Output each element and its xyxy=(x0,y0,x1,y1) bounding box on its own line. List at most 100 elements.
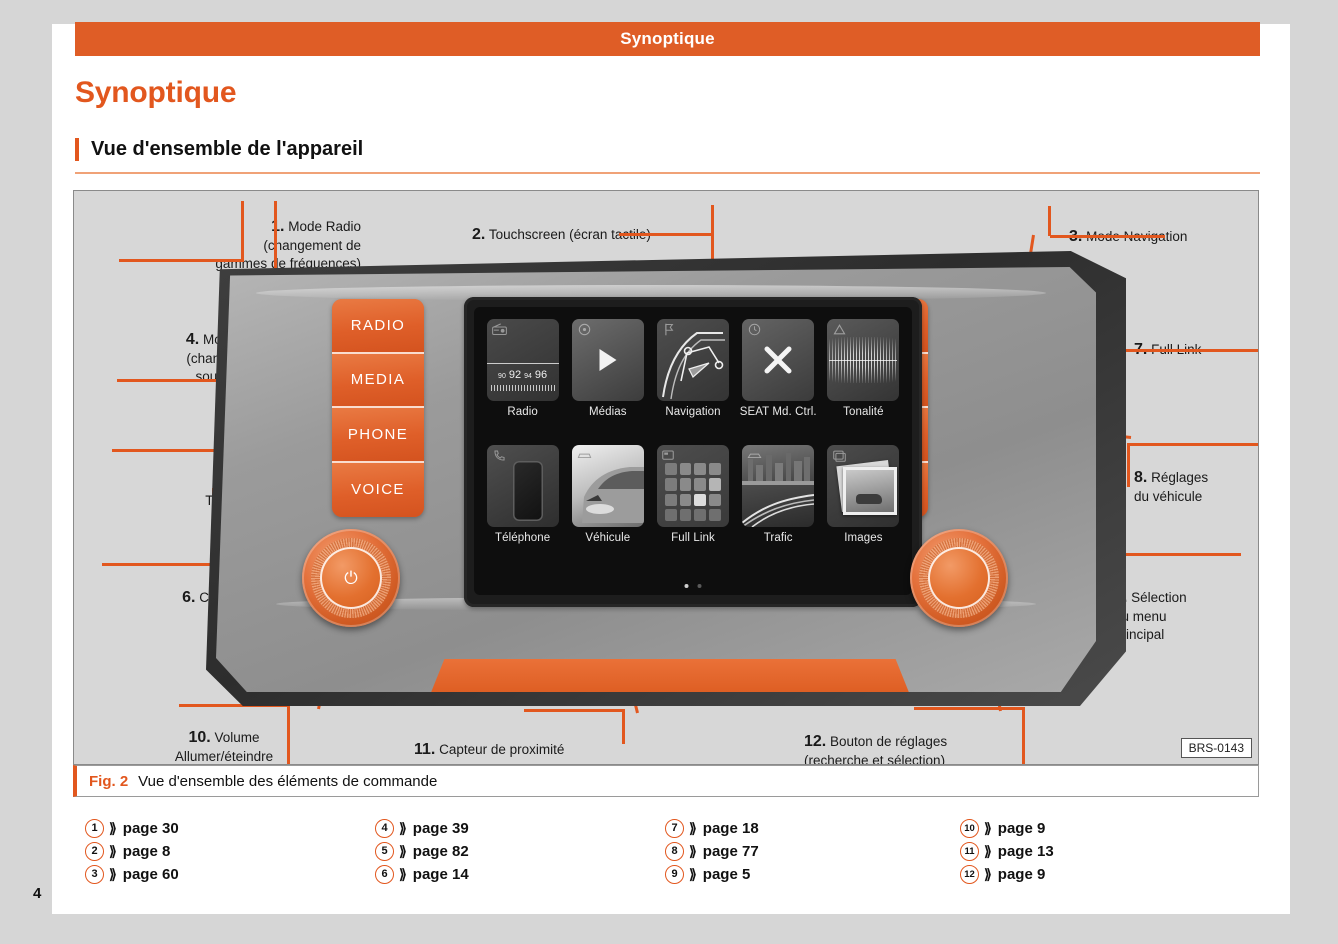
tile-seat-md-ctrl-label: SEAT Md. Ctrl. xyxy=(739,406,817,418)
ref-item-10[interactable]: 10 ⟫ page 9 xyxy=(960,818,1260,838)
figure-caption-number: Fig. 2 xyxy=(89,772,129,790)
screen-page-dots[interactable] xyxy=(684,584,702,588)
callout-3-mode-navigation: 3. Mode Navigation xyxy=(1069,208,1249,247)
ref-page-10: page 9 xyxy=(997,819,1046,837)
ref-page-12: page 9 xyxy=(997,865,1046,883)
hardkey-media[interactable]: MEDIA xyxy=(332,353,424,408)
tile-images[interactable]: Images xyxy=(824,445,903,544)
ref-item-3[interactable]: 3 ⟫ page 60 xyxy=(85,864,375,884)
tile-vehicule-label: Véhicule xyxy=(585,532,631,544)
ref-item-8[interactable]: 8 ⟫ page 77 xyxy=(665,841,960,861)
ref-arrow-9: ⟫ xyxy=(689,865,697,882)
ref-page-1: page 30 xyxy=(122,819,179,837)
leader-11-vertical xyxy=(622,709,625,744)
ref-badge-1: 1 xyxy=(85,818,104,838)
radio-tuner-icon xyxy=(491,323,507,335)
tile-seat-md-ctrl-image xyxy=(742,319,815,401)
hardkey-radio[interactable]: RADIO xyxy=(332,299,424,354)
infotainment-device: RADIO MEDIA PHONE VOICE NAV APP CAR MENU xyxy=(206,251,1126,706)
callout-10-volume: 10. Volume Allumer/éteindre xyxy=(114,709,334,764)
figure-illustration: 1. Mode Radio (changement de gammes de f… xyxy=(73,190,1259,765)
tile-vehicule[interactable]: Véhicule xyxy=(568,445,647,544)
tile-medias[interactable]: Médias xyxy=(568,319,647,418)
ref-item-6[interactable]: 6 ⟫ page 14 xyxy=(375,864,665,884)
ref-page-3: page 60 xyxy=(122,865,179,883)
photo-front xyxy=(843,467,898,515)
tile-tonalite[interactable]: Tonalité xyxy=(824,319,903,418)
touchscreen[interactable]: 90 92 94 96 Radio Médias Navigation SEAT… xyxy=(474,307,912,595)
hardkey-phone[interactable]: PHONE xyxy=(332,408,424,463)
leader-2-horizontal xyxy=(619,233,714,236)
tile-full-link[interactable]: Full Link xyxy=(653,445,732,544)
tile-trafic-image xyxy=(742,445,815,527)
radio-frequency-scale: 90 92 94 96 xyxy=(487,369,559,381)
page-dot-active[interactable] xyxy=(684,584,689,588)
leader-12-vertical xyxy=(1022,707,1025,764)
page-folio: 4 xyxy=(33,885,42,902)
chapter-title: Synoptique xyxy=(75,76,237,109)
ref-arrow-8: ⟫ xyxy=(689,842,697,859)
ref-badge-10: 10 xyxy=(960,818,979,838)
ref-page-9: page 5 xyxy=(702,865,751,883)
tile-images-image xyxy=(827,445,900,527)
ref-page-6: page 14 xyxy=(412,865,469,883)
leader-12-horizontal xyxy=(914,707,1024,710)
callout-10-number: 10. xyxy=(188,728,211,746)
callout-11-text: Capteur de proximité xyxy=(435,741,565,757)
callout-11-capteur-proximite: 11. Capteur de proximité xyxy=(414,721,644,760)
ref-column-3: 7 ⟫ page 18 8 ⟫ page 77 9 ⟫ page 5 xyxy=(665,818,960,884)
ref-page-4: page 39 xyxy=(412,819,469,837)
ref-item-4[interactable]: 4 ⟫ page 39 xyxy=(375,818,665,838)
callout-12-bouton-reglages: 12. Bouton de réglages (recherche et sél… xyxy=(804,713,1054,764)
ref-item-11[interactable]: 11 ⟫ page 13 xyxy=(960,841,1260,861)
phone-handset-icon xyxy=(494,450,505,461)
figure-caption: Fig. 2 Vue d'ensemble des éléments de co… xyxy=(73,765,1259,797)
ref-item-5[interactable]: 5 ⟫ page 82 xyxy=(375,841,665,861)
ref-page-11: page 13 xyxy=(997,842,1054,860)
power-icon: ⏻ xyxy=(344,568,358,588)
callout-7-full-link: 7. Full Link xyxy=(1134,321,1258,360)
ref-arrow-4: ⟫ xyxy=(399,819,407,836)
ref-page-2: page 8 xyxy=(122,842,171,860)
settings-tune-knob[interactable] xyxy=(910,529,1008,627)
ref-arrow-1: ⟫ xyxy=(109,819,117,836)
section-title-container: Vue d'ensemble de l'appareil xyxy=(75,138,1260,161)
seat-mobile-control-icon xyxy=(764,346,792,374)
device-front-panel: RADIO MEDIA PHONE VOICE NAV APP CAR MENU xyxy=(216,267,1096,692)
ref-badge-12: 12 xyxy=(960,864,979,884)
tile-radio[interactable]: 90 92 94 96 Radio xyxy=(483,319,562,418)
ref-item-12[interactable]: 12 ⟫ page 9 xyxy=(960,864,1260,884)
figure-canvas: 1. Mode Radio (changement de gammes de f… xyxy=(74,191,1258,764)
hardkey-voice[interactable]: VOICE xyxy=(332,462,424,517)
tile-telephone-label: Téléphone xyxy=(494,532,551,544)
ref-page-5: page 82 xyxy=(412,842,469,860)
section-divider xyxy=(75,172,1260,174)
ref-badge-7: 7 xyxy=(665,818,684,838)
ref-item-7[interactable]: 7 ⟫ page 18 xyxy=(665,818,960,838)
ref-badge-8: 8 xyxy=(665,841,684,861)
ref-badge-9: 9 xyxy=(665,864,684,884)
tile-seat-md-ctrl[interactable]: SEAT Md. Ctrl. xyxy=(739,319,818,418)
callout-6-number: 6. xyxy=(182,588,196,606)
tile-telephone[interactable]: Téléphone xyxy=(483,445,562,544)
tile-navigation[interactable]: Navigation xyxy=(653,319,732,418)
tile-row-2: Téléphone Véhicule Full Link Trafic Imag… xyxy=(483,445,903,544)
ref-item-9[interactable]: 9 ⟫ page 5 xyxy=(665,864,960,884)
tile-navigation-label: Navigation xyxy=(665,406,721,418)
tile-trafic[interactable]: Trafic xyxy=(739,445,818,544)
ref-item-1[interactable]: 1 ⟫ page 30 xyxy=(85,818,375,838)
tile-images-label: Images xyxy=(844,532,883,544)
radio-scale-divider xyxy=(486,363,559,364)
ref-badge-4: 4 xyxy=(375,818,394,838)
page-dot-2[interactable] xyxy=(697,584,702,588)
ref-item-2[interactable]: 2 ⟫ page 8 xyxy=(85,841,375,861)
callout-8-number: 8. xyxy=(1134,468,1148,486)
running-header-bar: Synoptique xyxy=(75,22,1260,56)
tile-medias-image xyxy=(571,319,644,401)
proximity-sensor-strip xyxy=(430,659,910,692)
ref-arrow-2: ⟫ xyxy=(109,842,117,859)
volume-power-knob[interactable]: ⏻ xyxy=(302,529,400,627)
leader-3-horizontal xyxy=(1050,235,1165,238)
ref-page-7: page 18 xyxy=(702,819,759,837)
callout-2-touchscreen: 2. Touchscreen (écran tactile) xyxy=(472,206,712,245)
